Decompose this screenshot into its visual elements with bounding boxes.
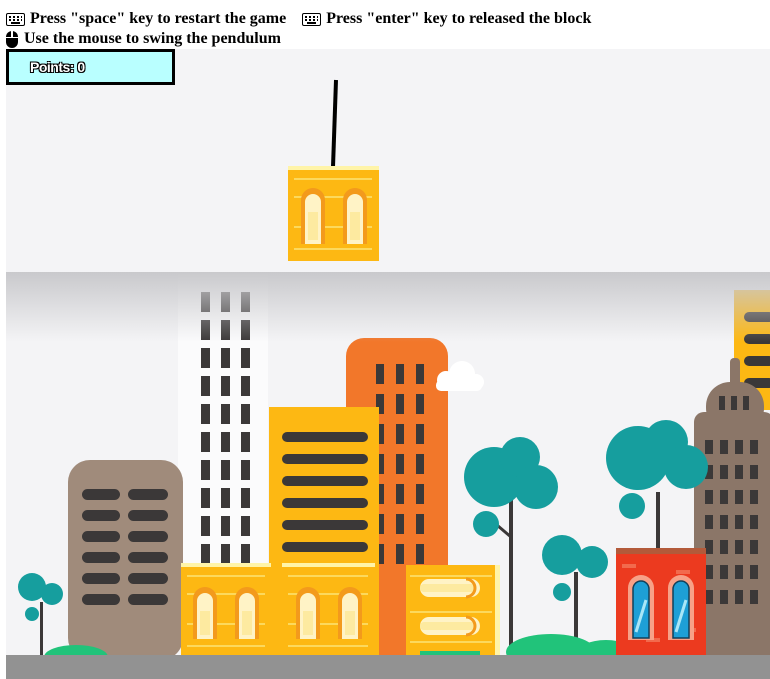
keyboard-icon xyxy=(302,12,322,26)
release-instruction-text: Press "enter" key to released the block xyxy=(326,10,592,27)
instruction-line-1: Press "space" key to restart the game Pr… xyxy=(6,9,766,29)
restart-instruction: Press "space" key to restart the game xyxy=(6,9,286,29)
shadow-band xyxy=(6,272,770,342)
red-block xyxy=(616,548,706,656)
score-label: Points: 0 xyxy=(30,59,85,75)
keyboard-icon xyxy=(6,12,25,26)
stacked-block-3 xyxy=(406,565,500,655)
instruction-line-2: Use the mouse to swing the pendulum xyxy=(6,29,766,49)
ground xyxy=(6,655,770,679)
release-instruction: Press "enter" key to released the block xyxy=(302,9,591,29)
swinging-block[interactable] xyxy=(288,166,379,261)
instructions-panel: Press "space" key to restart the game Pr… xyxy=(6,9,766,49)
stacked-block-2 xyxy=(282,563,375,658)
game-canvas[interactable]: Points: 0 xyxy=(6,49,770,679)
tree-small-left xyxy=(18,573,63,656)
stacked-block-1 xyxy=(181,563,271,658)
swing-instruction-text: Use the mouse to swing the pendulum xyxy=(24,30,281,47)
swing-instruction: Use the mouse to swing the pendulum xyxy=(6,29,281,49)
mouse-icon xyxy=(6,30,18,48)
orange-tower-windows xyxy=(376,364,424,564)
restart-instruction-text: Press "space" key to restart the game xyxy=(30,10,287,27)
score-panel: Points: 0 xyxy=(6,49,175,85)
